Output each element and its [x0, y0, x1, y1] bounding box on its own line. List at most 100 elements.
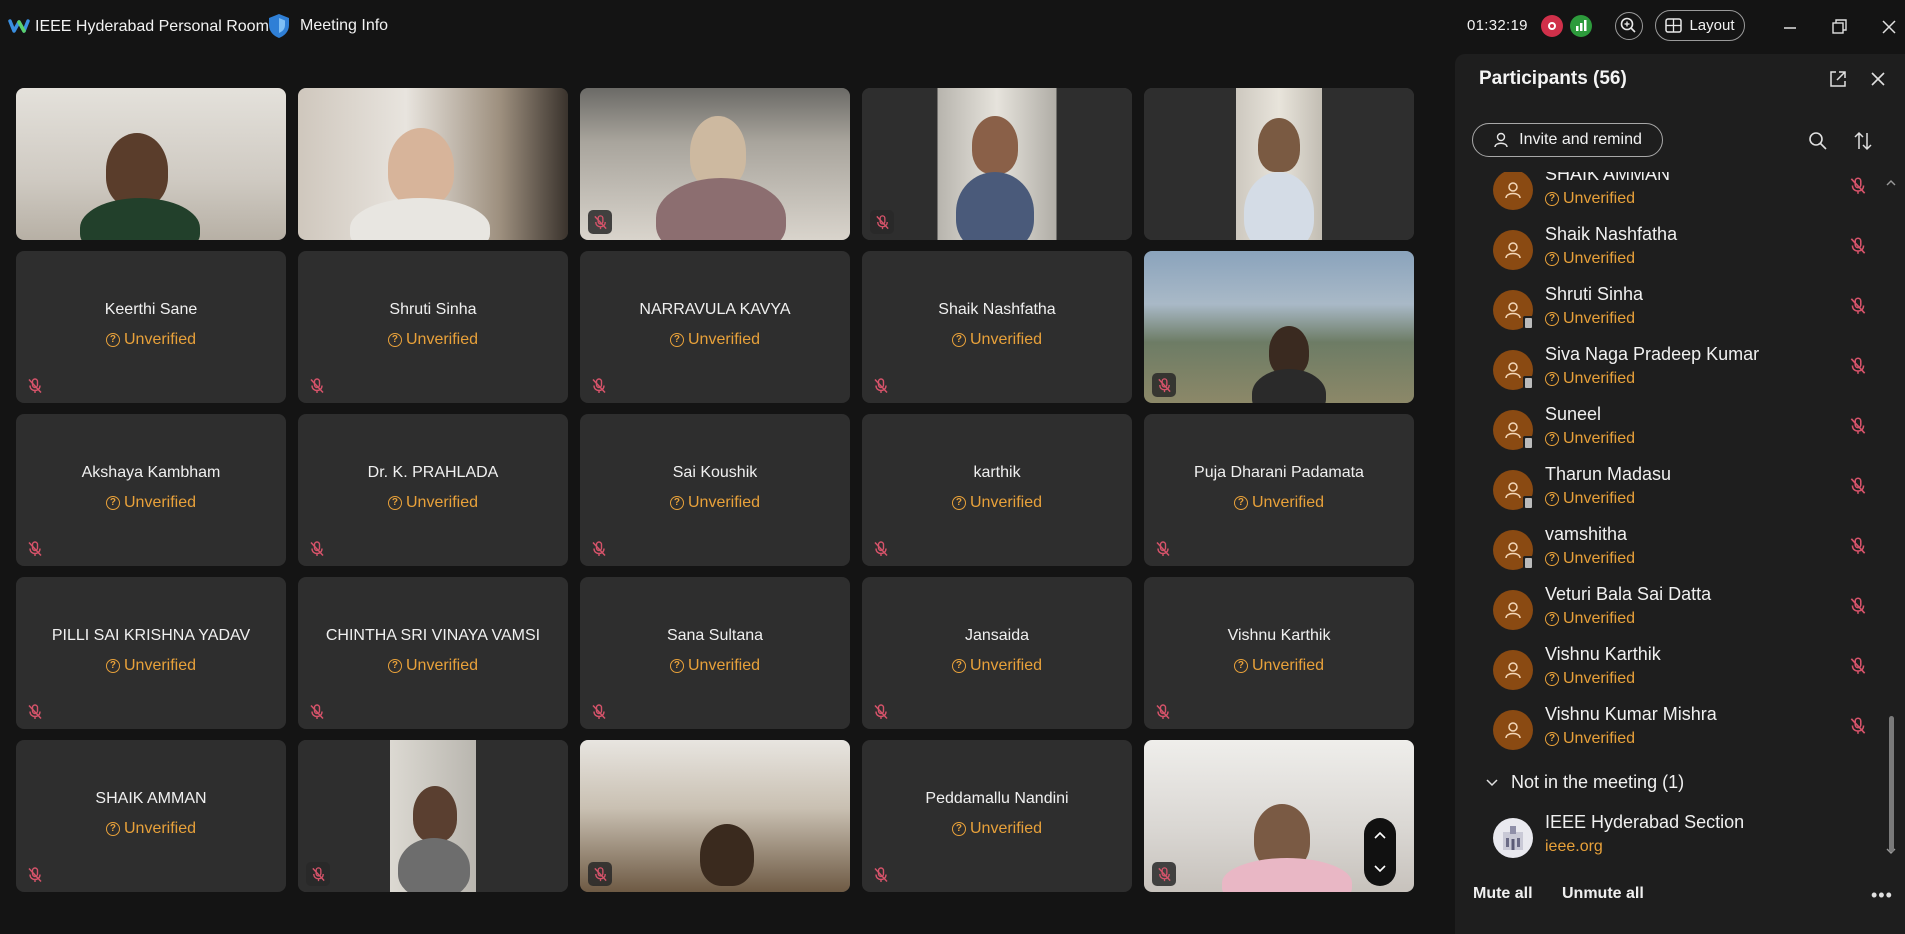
muted-mic-icon[interactable] — [1848, 236, 1868, 256]
participant-tile[interactable]: PILLI SAI KRISHNA YADAV? Unverified — [16, 577, 286, 729]
participant-row[interactable]: Siva Naga Pradeep Kumar? Unverified — [1493, 344, 1866, 404]
muted-mic-icon[interactable] — [1848, 596, 1868, 616]
host-row[interactable]: IEEE Hyderabad Section ieee.org — [1493, 810, 1863, 866]
tile-name: Vishnu Karthik — [1227, 627, 1331, 644]
video-feed — [580, 740, 850, 892]
chevron-down-icon[interactable] — [1372, 863, 1388, 875]
muted-mic-icon[interactable] — [1848, 536, 1868, 556]
close-window-icon[interactable] — [1876, 14, 1902, 40]
muted-mic-icon[interactable] — [1848, 416, 1868, 436]
participant-name: vamshitha — [1545, 524, 1628, 544]
tile-status: ? Unverified — [298, 657, 568, 675]
unverified-icon: ? — [387, 333, 402, 347]
participant-row[interactable]: Suneel? Unverified — [1493, 404, 1866, 464]
invite-and-remind-button[interactable]: Invite and remind — [1472, 123, 1663, 157]
avatar — [1493, 590, 1533, 630]
tile-name: NARRAVULA KAVYA — [639, 301, 791, 318]
participant-figure — [656, 178, 786, 240]
restore-icon[interactable] — [1826, 14, 1852, 40]
muted-mic-icon[interactable] — [1848, 356, 1868, 376]
participant-tile[interactable]: Akshaya Kambham? Unverified — [16, 414, 286, 566]
muted-mic-icon — [1157, 377, 1171, 392]
chevron-up-icon[interactable] — [1372, 829, 1388, 841]
participant-tile[interactable]: Shruti Sinha? Unverified — [298, 251, 568, 403]
participant-tile[interactable]: Puja Dharani Padamata? Unverified — [1144, 414, 1414, 566]
participant-tile[interactable] — [1144, 88, 1414, 240]
muted-mic-icon[interactable] — [1848, 176, 1868, 196]
participant-tile[interactable] — [1144, 740, 1414, 892]
layout-button[interactable]: Layout — [1655, 10, 1745, 41]
search-icon[interactable] — [1807, 130, 1829, 152]
not-in-meeting-section[interactable]: Not in the meeting (1) — [1485, 772, 1684, 793]
participant-row[interactable]: SHAIK AMMAN? Unverified — [1493, 172, 1866, 224]
recording-icon[interactable] — [1541, 15, 1563, 37]
participant-status-label: Unverified — [1563, 670, 1636, 687]
participant-tile[interactable] — [580, 88, 850, 240]
participant-figure — [106, 133, 168, 207]
sort-icon[interactable] — [1852, 130, 1874, 152]
avatar — [1493, 290, 1534, 330]
participant-tile[interactable]: Dr. K. PRAHLADA? Unverified — [298, 414, 568, 566]
unmute-all-button[interactable]: Unmute all — [1562, 885, 1644, 903]
scroll-up-icon[interactable] — [1885, 178, 1897, 188]
participant-figure — [956, 172, 1034, 240]
participant-figure — [1244, 172, 1314, 240]
unverified-icon: ? — [951, 333, 966, 347]
participant-tile[interactable] — [298, 740, 568, 892]
zoom-button[interactable] — [1615, 12, 1643, 40]
tile-name: Puja Dharani Padamata — [1194, 464, 1364, 481]
participant-tile[interactable] — [298, 88, 568, 240]
participant-row[interactable]: Shaik Nashfatha? Unverified — [1493, 224, 1866, 284]
participant-tile[interactable] — [1144, 251, 1414, 403]
mute-all-button[interactable]: Mute all — [1473, 885, 1533, 903]
participant-tile[interactable]: Sana Sultana? Unverified — [580, 577, 850, 729]
close-panel-icon[interactable] — [1867, 68, 1889, 90]
participant-row[interactable]: Tharun Madasu? Unverified — [1493, 464, 1866, 524]
participant-tile[interactable]: karthik? Unverified — [862, 414, 1132, 566]
grid-scroll-control[interactable] — [1364, 818, 1396, 886]
popout-icon[interactable] — [1827, 68, 1849, 90]
more-options-icon[interactable]: ••• — [1871, 885, 1893, 906]
participant-tile[interactable]: CHINTHA SRI VINAYA VAMSI? Unverified — [298, 577, 568, 729]
participant-row[interactable]: Shruti Sinha? Unverified — [1493, 284, 1866, 344]
unverified-icon: ? — [1545, 612, 1559, 626]
participant-tile[interactable]: Vishnu Karthik? Unverified — [1144, 577, 1414, 729]
meeting-info-button[interactable]: Meeting Info — [268, 13, 388, 39]
participant-list[interactable]: SHAIK AMMAN? Unverified Shaik Nashfatha? Un… — [1455, 172, 1885, 812]
minimize-icon[interactable] — [1777, 14, 1803, 40]
tile-status-label: Unverified — [969, 494, 1043, 511]
participant-tile[interactable]: SHAIK AMMAN? Unverified — [16, 740, 286, 892]
muted-mic-icon — [1156, 704, 1170, 720]
participant-tile[interactable]: Keerthi Sane? Unverified — [16, 251, 286, 403]
unverified-icon: ? — [387, 659, 402, 673]
video-feed — [298, 88, 568, 240]
muted-mic-icon[interactable] — [1848, 296, 1868, 316]
participant-status-label: Unverified — [1563, 610, 1636, 627]
muted-mic-icon — [311, 866, 325, 881]
participant-row[interactable]: Veturi Bala Sai Datta? Unverified — [1493, 584, 1866, 644]
participant-tile[interactable]: Shaik Nashfatha? Unverified — [862, 251, 1132, 403]
participant-tile[interactable]: Sai Koushik? Unverified — [580, 414, 850, 566]
participant-tile[interactable]: Jansaida? Unverified — [862, 577, 1132, 729]
muted-mic-icon[interactable] — [1848, 656, 1868, 676]
participant-status-label: Unverified — [1563, 190, 1636, 207]
magnifier-zoom-icon — [1620, 17, 1636, 33]
scrollbar-thumb[interactable] — [1889, 716, 1894, 852]
participant-tile[interactable] — [16, 88, 286, 240]
participant-row[interactable]: Vishnu Kumar Mishra? Unverified — [1493, 704, 1866, 764]
participant-tile[interactable] — [862, 88, 1132, 240]
participant-row[interactable]: Vishnu Karthik? Unverified — [1493, 644, 1866, 704]
unverified-icon: ? — [1233, 659, 1248, 673]
tile-status-label: Unverified — [687, 494, 761, 511]
participant-row[interactable]: vamshitha? Unverified — [1493, 524, 1866, 584]
participant-tile[interactable]: Peddamallu Nandini? Unverified — [862, 740, 1132, 892]
muted-mic-icon[interactable] — [1848, 716, 1868, 736]
unverified-icon: ? — [105, 496, 120, 510]
participant-tile[interactable] — [580, 740, 850, 892]
muted-mic-icon — [310, 704, 324, 720]
muted-mic-icon — [1157, 866, 1171, 881]
participant-tile[interactable]: NARRAVULA KAVYA? Unverified — [580, 251, 850, 403]
muted-mic-icon[interactable] — [1848, 476, 1868, 496]
host-domain: ieee.org — [1545, 838, 1603, 855]
network-health-icon[interactable] — [1570, 15, 1592, 37]
